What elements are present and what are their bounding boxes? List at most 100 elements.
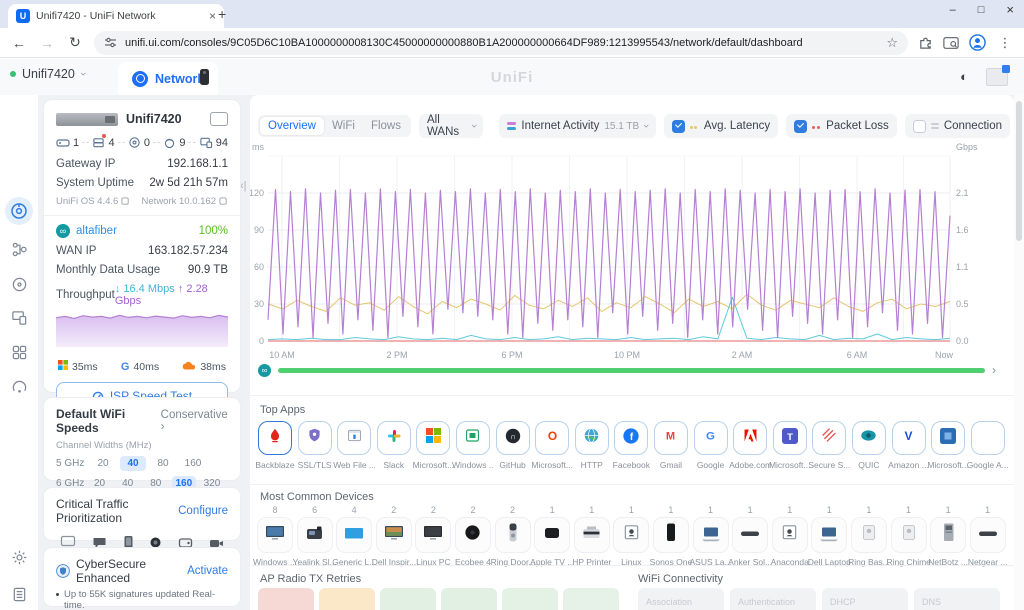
panel-collapse-handle[interactable]: ‹|	[240, 180, 247, 192]
device-tile[interactable]	[257, 517, 293, 553]
ap-radio-bar[interactable]	[258, 588, 314, 610]
device-tile[interactable]	[534, 517, 570, 553]
device-tile[interactable]	[693, 517, 729, 553]
new-tab-button[interactable]: +	[218, 6, 226, 22]
tab-overview[interactable]: Overview	[260, 117, 324, 135]
sidebar-item-apps[interactable]	[5, 338, 33, 366]
sidebar-item-topology[interactable]	[5, 235, 33, 263]
theme-toggle-icon[interactable]: ◐	[960, 69, 968, 84]
device-tile[interactable]	[336, 517, 372, 553]
device-tile[interactable]	[970, 517, 1006, 553]
forward-button[interactable]: →	[38, 35, 56, 51]
toggle-packet-loss[interactable]: Packet Loss	[786, 114, 897, 138]
device-tile[interactable]	[891, 517, 927, 553]
app-tile-globe[interactable]	[575, 421, 609, 455]
sidebar-item-dashboard[interactable]	[5, 197, 33, 225]
count-other-devices[interactable]: 0	[128, 136, 150, 149]
internet-activity-pill[interactable]: Internet Activity 15.1 TB ›	[499, 114, 656, 138]
address-bar[interactable]: unifi.ui.com/consoles/9C05D6C10BA1000000…	[94, 31, 908, 55]
reading-mode-icon[interactable]	[943, 36, 959, 50]
window-close-button[interactable]: ×	[1006, 2, 1014, 17]
app-tile-window-green[interactable]	[456, 421, 490, 455]
tab-close-icon[interactable]: ×	[209, 9, 216, 23]
device-tile[interactable]	[732, 517, 768, 553]
device-tile[interactable]	[930, 517, 966, 553]
app-tile-gmail[interactable]: M	[654, 421, 688, 455]
scrubber-range-bar[interactable]	[278, 368, 985, 373]
app-tile-google[interactable]: G	[694, 421, 728, 455]
count-gateways[interactable]: 1	[56, 137, 79, 149]
wan-select[interactable]: All WANs›	[419, 114, 483, 138]
app-tile-slack[interactable]	[377, 421, 411, 455]
sidebar-item-settings[interactable]	[5, 543, 33, 571]
toggle-connection[interactable]: Connection	[905, 114, 1010, 138]
ap-radio-bar[interactable]	[319, 588, 375, 610]
site-settings-icon[interactable]	[104, 36, 117, 49]
device-tile[interactable]	[297, 517, 333, 553]
copy-icon[interactable]	[121, 197, 130, 206]
app-tile-office[interactable]: O	[535, 421, 569, 455]
device-tile[interactable]	[455, 517, 491, 553]
app-tile-github[interactable]: ∩	[496, 421, 530, 455]
browser-menu-icon[interactable]: ⋮	[996, 35, 1014, 51]
profile-avatar[interactable]	[969, 34, 986, 51]
app-tile-ms-blue[interactable]	[931, 421, 965, 455]
device-tile[interactable]	[495, 517, 531, 553]
ap-radio-bar[interactable]	[502, 588, 558, 610]
extensions-icon[interactable]	[918, 35, 933, 50]
checkbox[interactable]	[913, 120, 926, 133]
app-tile-teams[interactable]: T	[773, 421, 807, 455]
reload-button[interactable]: ↻	[66, 34, 84, 51]
count-switches[interactable]: 4	[92, 136, 114, 149]
bookmark-star-icon[interactable]: ☆	[886, 35, 898, 51]
width-chip-20[interactable]: 20	[90, 456, 116, 471]
width-chip-160[interactable]: 160	[180, 456, 206, 471]
browser-tab[interactable]: U Unifi7420 - UniFi Network ×	[8, 4, 224, 28]
cybersecure-activate-link[interactable]: Activate	[187, 565, 228, 577]
device-tile[interactable]	[415, 517, 451, 553]
isp-name-link[interactable]: altafiber	[76, 225, 199, 237]
sidebar-item-unifi-devices[interactable]	[5, 270, 33, 298]
ap-radio-bar[interactable]	[563, 588, 619, 610]
app-tile-ms-squares[interactable]	[416, 421, 450, 455]
wifi-connectivity-bar-association[interactable]: Association	[638, 588, 724, 610]
wifi-speeds-mode-link[interactable]: Conservative ›	[161, 409, 228, 433]
timeline-scrubber[interactable]: ∞ ›	[258, 363, 996, 377]
tab-flows[interactable]: Flows	[363, 117, 409, 135]
device-tile[interactable]	[811, 517, 847, 553]
app-tile-prime[interactable]: V	[892, 421, 926, 455]
ap-radio-bar[interactable]	[441, 588, 497, 610]
app-tile-adobe[interactable]	[733, 421, 767, 455]
width-chip-40[interactable]: 40	[120, 456, 146, 471]
device-tile[interactable]	[851, 517, 887, 553]
app-tile-facebook[interactable]: f	[614, 421, 648, 455]
scrollbar[interactable]	[1014, 95, 1024, 610]
device-tile[interactable]	[772, 517, 808, 553]
tab-wifi[interactable]: WiFi	[324, 117, 363, 135]
wifi-connectivity-bar-dhcp[interactable]: DHCP	[822, 588, 908, 610]
app-tile-shield[interactable]	[298, 421, 332, 455]
device-tile[interactable]	[574, 517, 610, 553]
device-tile[interactable]	[376, 517, 412, 553]
sidebar-item-radios[interactable]	[5, 373, 33, 401]
ctp-configure-link[interactable]: Configure	[178, 505, 228, 517]
device-tile[interactable]	[613, 517, 649, 553]
wifi-connectivity-bar-authentication[interactable]: Authentication	[730, 588, 816, 610]
app-tile-google-ring[interactable]	[971, 421, 1005, 455]
ap-radio-bar[interactable]	[380, 588, 436, 610]
count-clients[interactable]: 94	[199, 136, 228, 149]
sidebar-item-clients[interactable]	[5, 303, 33, 331]
app-tile-flame[interactable]	[258, 421, 292, 455]
app-tile-window-blue[interactable]	[337, 421, 371, 455]
toggle-avg-latency[interactable]: Avg. Latency	[664, 114, 778, 138]
count-access-points[interactable]: 9	[163, 136, 185, 149]
window-maximize-button[interactable]: □	[978, 4, 985, 16]
copy-icon[interactable]	[219, 197, 228, 206]
checkbox[interactable]	[672, 120, 685, 133]
screenshot-chip-icon[interactable]	[986, 68, 1008, 86]
app-tile-hatch[interactable]	[812, 421, 846, 455]
app-tile-quic[interactable]	[852, 421, 886, 455]
sidebar-item-logs[interactable]	[5, 580, 33, 608]
chevron-right-icon[interactable]: ›	[992, 363, 996, 377]
checkbox[interactable]	[794, 120, 807, 133]
